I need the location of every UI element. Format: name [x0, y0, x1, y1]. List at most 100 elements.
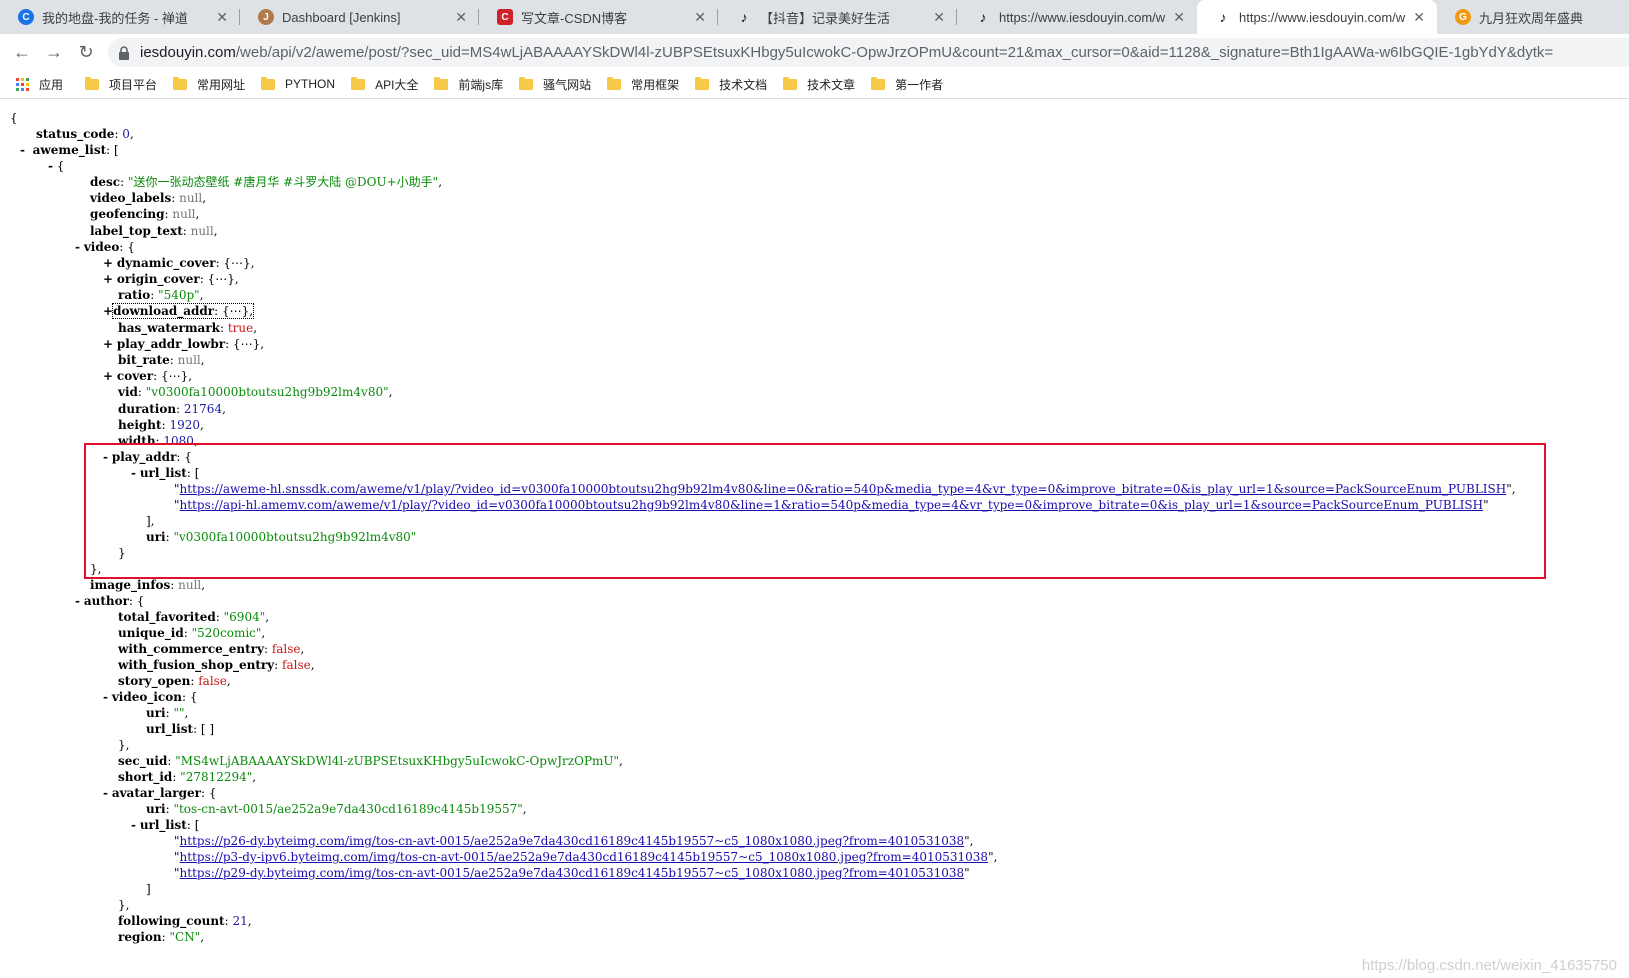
avatar-url-link[interactable]: https://p26-dy.byteimg.com/img/tos-cn-av…: [180, 834, 965, 848]
tab-douyin-home[interactable]: ♪ 【抖音】记录美好生活 ✕: [718, 0, 957, 34]
expand-toggle[interactable]: +: [103, 369, 113, 383]
json-row: + play_addr_lowbr: {⋯},: [103, 337, 265, 351]
json-row: - author: {: [75, 594, 145, 608]
json-row: - {: [48, 159, 65, 173]
close-icon[interactable]: ✕: [933, 9, 945, 26]
bookmark-folder[interactable]: 技术文档: [695, 76, 767, 93]
bookmark-label: 骚气网站: [543, 77, 592, 92]
back-arrow-icon[interactable]: ←: [10, 40, 34, 64]
expand-toggle[interactable]: +: [103, 272, 113, 286]
json-value: 21: [232, 914, 248, 928]
bookmark-label: 应用: [39, 77, 64, 92]
bookmark-folder[interactable]: 常用框架: [607, 76, 679, 93]
bookmark-folder[interactable]: 项目平台: [85, 76, 157, 93]
close-icon[interactable]: ✕: [694, 9, 706, 26]
douyin-icon: ♪: [979, 9, 987, 25]
tab-label: 九月狂欢周年盛典: [1479, 10, 1584, 26]
collapse-toggle[interactable]: -: [20, 143, 25, 157]
folder-icon: [695, 76, 710, 90]
collapse-toggle[interactable]: -: [103, 690, 108, 704]
json-row: - url_list: [: [131, 818, 200, 832]
json-row: has_watermark: true,: [118, 321, 258, 335]
folder-icon: [607, 76, 622, 90]
lock-icon: [118, 45, 130, 60]
collapse-toggle[interactable]: -: [75, 240, 80, 254]
collapse-toggle[interactable]: -: [75, 594, 80, 608]
tab-label: Dashboard [Jenkins]: [282, 9, 401, 25]
collapse-toggle[interactable]: -: [48, 159, 53, 173]
csdn-icon: C: [497, 9, 513, 25]
json-value: "MS4wLjABAAAAYSkDWl4l-zUBPSEtsuxKHbgy5uI…: [175, 754, 620, 768]
json-row: + cover: {⋯},: [103, 369, 193, 383]
bookmark-label: PYTHON: [285, 77, 336, 91]
avatar-url-link[interactable]: https://p29-dy.byteimg.com/img/tos-cn-av…: [180, 866, 965, 880]
bookmark-folder[interactable]: 骚气网站: [519, 76, 591, 93]
json-row: sec_uid: "MS4wLjABAAAAYSkDWl4l-zUBPSEtsu…: [118, 754, 623, 768]
bookmark-folder[interactable]: PYTHON: [261, 76, 336, 91]
forward-arrow-icon[interactable]: →: [42, 40, 66, 64]
expand-toggle[interactable]: +: [103, 337, 113, 351]
json-value: 0: [122, 127, 130, 141]
bookmark-label: 技术文章: [807, 77, 856, 92]
json-row: },: [118, 898, 130, 912]
close-icon[interactable]: ✕: [1173, 9, 1185, 26]
zentao-icon: C: [18, 9, 34, 25]
bookmark-folder[interactable]: API大全: [351, 76, 418, 93]
tab-zentao[interactable]: C 我的地盘-我的任务 - 禅道 ✕: [0, 0, 240, 34]
json-value: "540p": [158, 288, 200, 302]
json-row: uri: "tos-cn-avt-0015/ae252a9e7da430cd16…: [146, 802, 527, 816]
expand-toggle[interactable]: +: [103, 304, 113, 318]
tab-jenkins[interactable]: J Dashboard [Jenkins] ✕: [240, 0, 479, 34]
json-row: - video: {: [75, 240, 135, 254]
json-row: desc: "送你一张动态壁纸 #唐月华 #斗罗大陆 @DOU+小助手",: [90, 175, 443, 189]
avatar-url-link[interactable]: https://p3-dy-ipv6.byteimg.com/img/tos-c…: [180, 850, 989, 864]
json-value: 1920: [169, 418, 200, 432]
json-row: "https://p26-dy.byteimg.com/img/tos-cn-a…: [174, 834, 974, 848]
highlight-box: [84, 443, 1546, 579]
tab-iesdouyin-active[interactable]: ♪ https://www.iesdouyin.com/w ✕: [1197, 0, 1437, 34]
folder-icon: [173, 76, 188, 90]
bookmark-folder[interactable]: 技术文章: [783, 76, 855, 93]
json-row: story_open: false,: [118, 674, 231, 688]
json-row: bit_rate: null,: [118, 353, 205, 367]
bookmark-folder[interactable]: 第一作者: [871, 76, 943, 93]
bookmark-apps[interactable]: 应用: [16, 76, 63, 93]
json-row: - avatar_larger: {: [103, 786, 217, 800]
tab-iesdouyin-1[interactable]: ♪ https://www.iesdouyin.com/w ✕: [957, 0, 1197, 34]
url-text[interactable]: iesdouyin.com/web/api/v2/aweme/post/?sec…: [140, 44, 1553, 61]
json-row: status_code: 0,: [36, 127, 134, 141]
json-row: - aweme_list: [: [20, 143, 119, 157]
json-value: "CN": [169, 930, 201, 944]
json-row: +download_addr: {⋯},: [103, 303, 255, 319]
close-icon[interactable]: ✕: [216, 9, 228, 26]
json-value: "v0300fa10000btoutsu2hg9b92lm4v80": [145, 385, 389, 399]
json-row: height: 1920,: [118, 418, 204, 432]
json-row: with_commerce_entry: false,: [118, 642, 305, 656]
tab-label: 【抖音】记录美好生活: [760, 10, 891, 26]
close-icon[interactable]: ✕: [455, 9, 467, 26]
bookmark-folder[interactable]: 前端js库: [434, 76, 503, 93]
json-row: geofencing: null,: [90, 207, 200, 221]
folder-icon: [85, 76, 100, 90]
bookmark-folder[interactable]: 常用网址: [173, 76, 245, 93]
url-host: iesdouyin.com: [140, 44, 236, 61]
json-row: "https://p29-dy.byteimg.com/img/tos-cn-a…: [174, 866, 970, 880]
bookmark-label: 技术文档: [719, 77, 768, 92]
tab-promo[interactable]: G 九月狂欢周年盛典: [1437, 0, 1629, 34]
json-row: region: "CN",: [118, 930, 205, 944]
expand-toggle[interactable]: +: [103, 256, 113, 270]
reload-icon[interactable]: ↻: [74, 40, 98, 64]
folder-icon: [871, 76, 886, 90]
tab-csdn[interactable]: C 写文章-CSDN博客 ✕: [479, 0, 718, 34]
collapse-toggle[interactable]: -: [131, 818, 136, 832]
json-row: },: [118, 738, 130, 752]
collapse-toggle[interactable]: -: [103, 786, 108, 800]
address-bar[interactable]: iesdouyin.com/web/api/v2/aweme/post/?sec…: [108, 38, 1629, 67]
json-value: "520comic": [191, 626, 262, 640]
tab-label: https://www.iesdouyin.com/w: [1239, 9, 1406, 25]
json-value: "": [173, 706, 185, 720]
folder-icon: [261, 76, 276, 90]
bookmark-label: 第一作者: [895, 77, 944, 92]
json-row: uri: "",: [146, 706, 189, 720]
close-icon[interactable]: ✕: [1413, 9, 1425, 26]
